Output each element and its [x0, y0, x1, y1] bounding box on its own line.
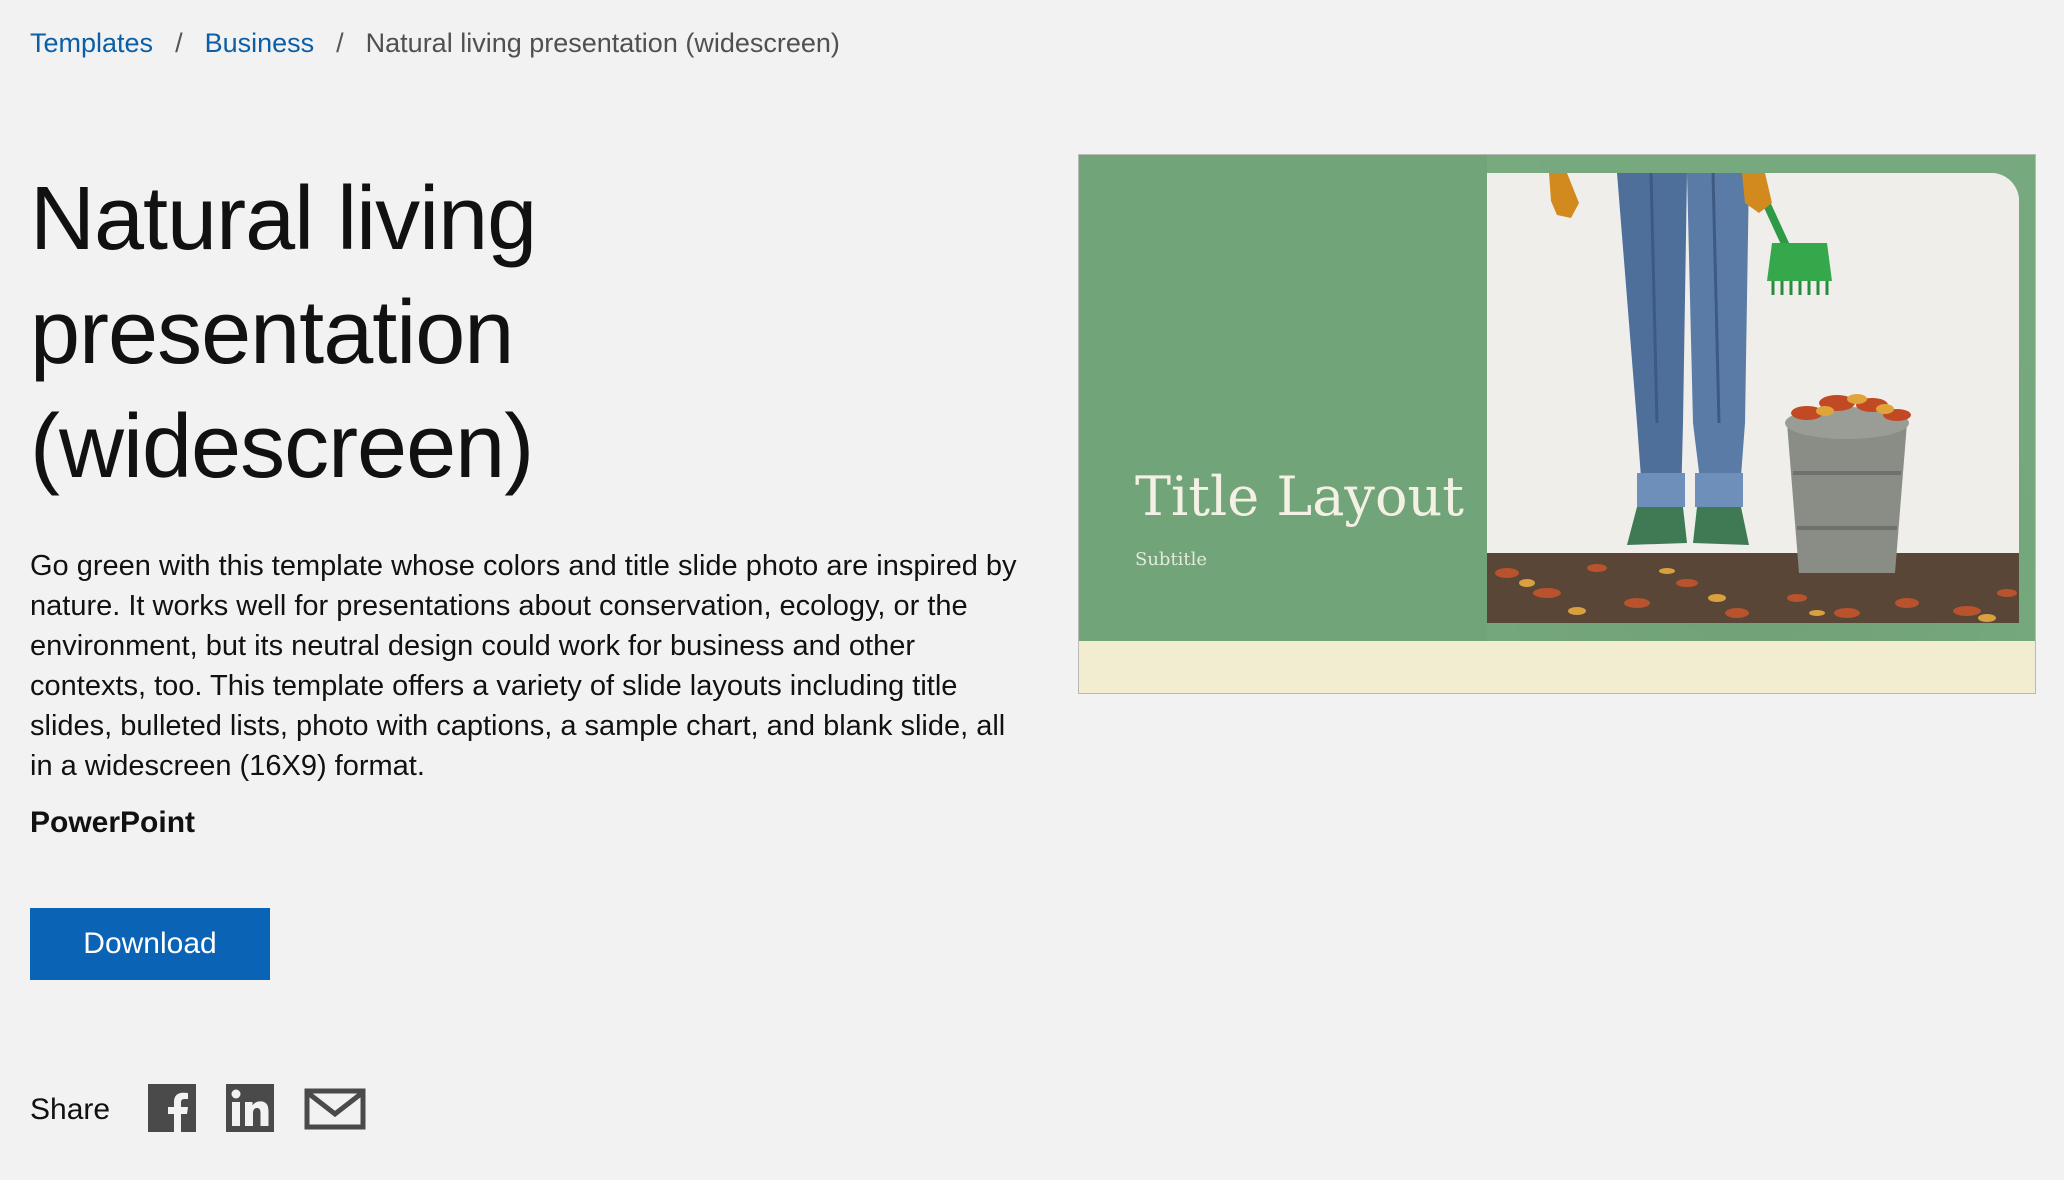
template-preview-image[interactable]: Title Layout Subtitle: [1078, 154, 2036, 694]
breadcrumb-templates-link[interactable]: Templates: [30, 26, 153, 60]
linkedin-icon[interactable]: [226, 1083, 275, 1137]
page-title: Natural living presentation (widescreen): [30, 169, 537, 497]
breadcrumb-separator: /: [175, 28, 183, 58]
template-description: Go green with this template whose colors…: [30, 550, 1017, 782]
breadcrumb-business-link[interactable]: Business: [205, 26, 315, 60]
slide-footer-band: [1079, 641, 2035, 693]
slide-title: Title Layout: [1135, 465, 1464, 528]
breadcrumb-separator: /: [336, 28, 344, 58]
slide-subtitle: Subtitle: [1135, 549, 1208, 570]
download-button[interactable]: Download: [30, 908, 270, 980]
slide-photo: [1487, 173, 2019, 623]
email-icon[interactable]: [304, 1084, 366, 1137]
facebook-icon[interactable]: [148, 1083, 197, 1137]
share-row: Share: [30, 1080, 396, 1140]
breadcrumb: Templates / Business / Natural living pr…: [30, 26, 840, 60]
breadcrumb-current: Natural living presentation (widescreen): [365, 28, 840, 58]
app-name: PowerPoint: [30, 806, 196, 839]
share-label: Share: [30, 1093, 111, 1126]
